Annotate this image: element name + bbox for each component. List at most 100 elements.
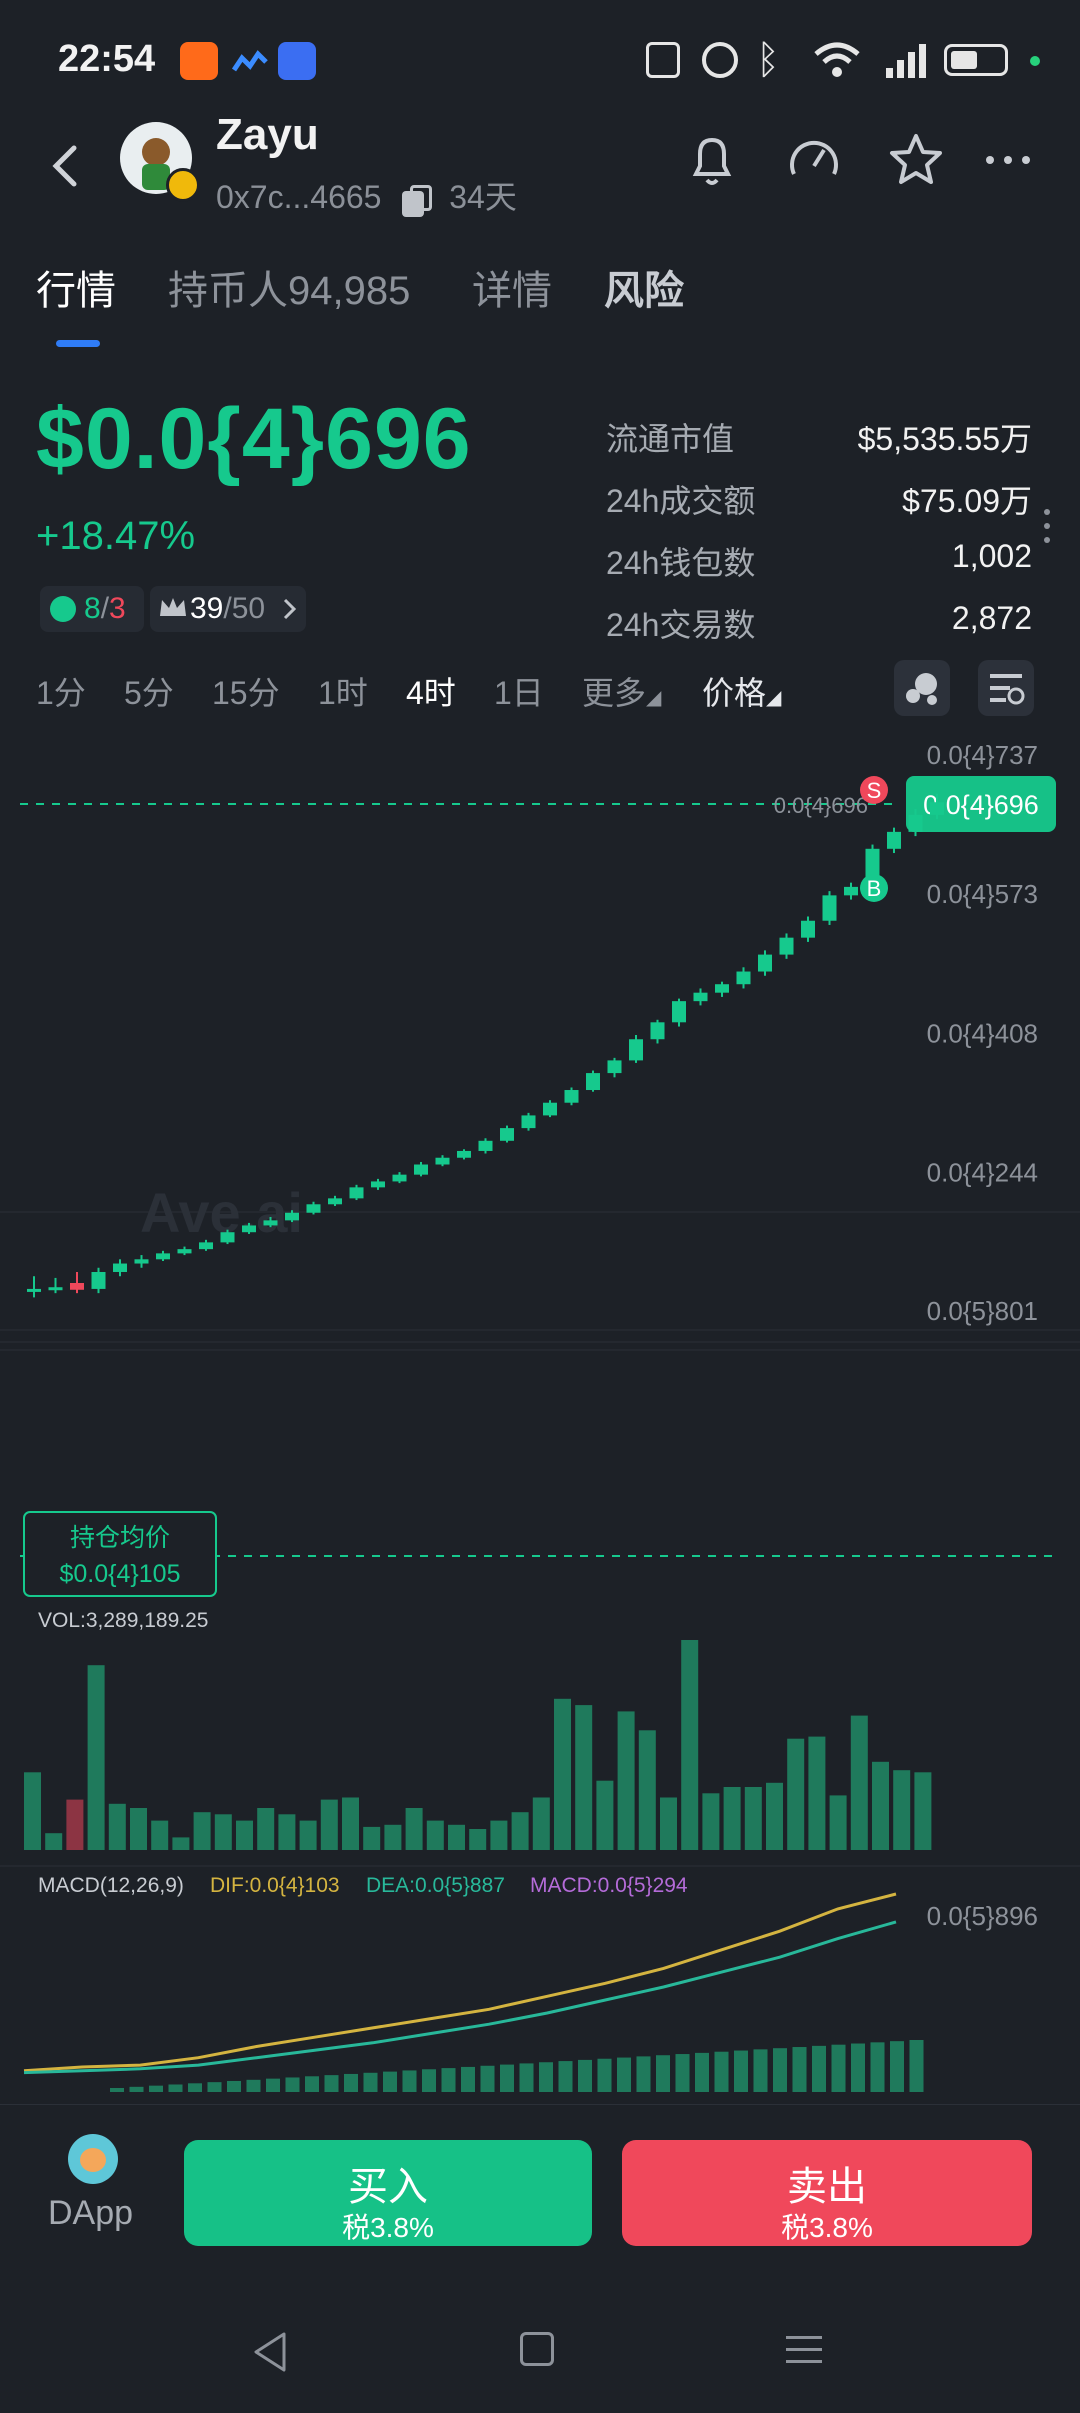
volume-bar <box>151 1820 169 1850</box>
bell-button[interactable] <box>682 130 742 190</box>
volume-bar <box>87 1665 105 1850</box>
sell-tax: 税3.8% <box>781 2212 873 2243</box>
speedometer-icon <box>790 140 838 175</box>
favorite-button[interactable] <box>886 130 946 190</box>
copy-icon[interactable] <box>402 184 433 217</box>
bluetooth-icon: ᛒ <box>756 38 780 82</box>
token-age: 34天 <box>449 179 517 215</box>
top-holders-badge[interactable]: 39/50 <box>150 586 306 632</box>
macd-histogram-bar <box>734 2050 748 2092</box>
macd-histogram-bar <box>753 2049 768 2092</box>
token-address-row: 0x7c...4665 34天 <box>216 172 517 218</box>
macd-histogram-bar <box>812 2045 826 2092</box>
tab-market[interactable]: 行情 <box>36 258 116 316</box>
buy-button[interactable]: 买入 税3.8% <box>184 2140 592 2246</box>
nav-back-icon[interactable] <box>250 2330 290 2379</box>
interval-1m[interactable]: 1分 <box>36 668 86 714</box>
macd-histogram-bar <box>519 2063 534 2092</box>
dif-line <box>23 1892 897 2073</box>
nav-home-icon[interactable] <box>520 2332 554 2366</box>
candle-body <box>887 831 901 849</box>
candle-body <box>844 886 858 896</box>
candle-body <box>758 954 772 972</box>
volume-bar <box>872 1761 889 1850</box>
volume-bar <box>320 1799 338 1850</box>
candle-body <box>736 971 751 985</box>
volume-bar <box>193 1812 211 1850</box>
macd-histogram-bar <box>695 2052 709 2092</box>
indicator-toggle-button[interactable] <box>894 660 950 716</box>
candle-body <box>134 1259 149 1264</box>
dapp-button[interactable]: DApp <box>40 2134 150 2244</box>
macd-histogram-bar <box>773 2048 787 2092</box>
volume-bar <box>787 1738 805 1850</box>
more-button[interactable] <box>978 130 1038 190</box>
interval-15m[interactable]: 15分 <box>212 668 280 714</box>
macd-histogram-bar <box>617 2057 631 2092</box>
more-dots-icon <box>986 156 1030 164</box>
volume-bar <box>342 1797 359 1850</box>
interval-4h[interactable]: 4时 <box>406 668 456 714</box>
volume-bar <box>723 1787 741 1850</box>
candle-body <box>457 1150 471 1158</box>
sell-button[interactable]: 卖出 税3.8% <box>622 2140 1032 2246</box>
candle-body <box>779 937 794 955</box>
nav-recents-icon[interactable] <box>784 2330 824 2375</box>
crown-icon <box>158 594 188 630</box>
candle-body <box>521 1115 536 1129</box>
chart-settings-icon <box>990 674 1025 705</box>
volume-bar <box>45 1833 63 1850</box>
interval-5m[interactable]: 5分 <box>124 668 174 714</box>
candle-body <box>500 1128 514 1141</box>
candle-body <box>629 1039 643 1061</box>
current-price: $0.0{4}696 <box>36 391 472 487</box>
volume-bar <box>554 1698 571 1850</box>
price-chart[interactable]: 0.0{4}737 0.0{4}573 0.0{4}408 0.0{4}244 0.0{… <box>0 730 1080 2110</box>
status-bar: 22:54 ᛒ <box>0 0 1080 120</box>
back-button[interactable] <box>40 130 90 200</box>
tab-risk[interactable]: 风险 <box>604 258 684 316</box>
tab-details[interactable]: 详情 <box>472 258 552 316</box>
volume-bar <box>575 1705 593 1850</box>
candle-body <box>371 1181 385 1188</box>
dif-label: DIF:0.0{4}103 <box>210 1874 340 1897</box>
top-holders-total: /50 <box>223 592 266 625</box>
stat-label-wallets: 24h钱包数 <box>606 545 756 581</box>
interval-1h[interactable]: 1时 <box>318 668 368 714</box>
smart-money-badge[interactable]: 8/3 <box>40 586 144 632</box>
interval-more[interactable]: 更多◢ <box>582 668 661 714</box>
interval-1d[interactable]: 1日 <box>494 668 544 714</box>
y-axis-label: 0.0{4}244 <box>927 1157 1038 1187</box>
tab-holders[interactable]: 持币人94,985 <box>168 258 410 316</box>
token-address: 0x7c...4665 <box>216 179 382 215</box>
macd-histogram-bar <box>461 2066 475 2092</box>
volume-bar <box>448 1824 465 1850</box>
candle-body <box>263 1220 278 1226</box>
volume-bar <box>596 1780 614 1850</box>
candle-body <box>328 1198 342 1205</box>
candle-body <box>586 1073 600 1091</box>
smart-buy-count: 8 <box>84 592 101 625</box>
macd-histogram-bar <box>110 2088 124 2092</box>
volume-bar <box>681 1640 699 1850</box>
macd-histogram-bar <box>149 2085 163 2092</box>
speed-button[interactable] <box>784 130 844 190</box>
stat-value-wallets: 1,002 <box>951 538 1032 574</box>
macd-label: MACD(12,26,9) <box>38 1874 184 1897</box>
stat-label-trades: 24h交易数 <box>606 607 756 643</box>
chart-settings-button[interactable] <box>978 660 1034 716</box>
dea-label: DEA:0.0{5}887 <box>366 1874 505 1897</box>
candlestick-chart-svg: 0.0{4}737 0.0{4}573 0.0{4}408 0.0{4}244 0.0{… <box>0 740 1080 2092</box>
candle-body <box>693 992 708 1002</box>
candle-body <box>801 920 815 938</box>
price-mode-select[interactable]: 价格◢ <box>702 668 781 714</box>
tab-indicator <box>56 340 100 347</box>
battery-icon <box>944 44 1008 76</box>
side-menu-dots-icon[interactable] <box>1042 508 1052 544</box>
volume-bar <box>744 1787 762 1850</box>
candle-body <box>435 1157 450 1165</box>
volume-label: VOL:3,289,189.25 <box>38 1609 208 1632</box>
avg-cost-value: $0.0{4}105 <box>60 1560 181 1588</box>
macd-histogram-bar <box>383 2071 397 2092</box>
candle-body <box>543 1102 557 1116</box>
